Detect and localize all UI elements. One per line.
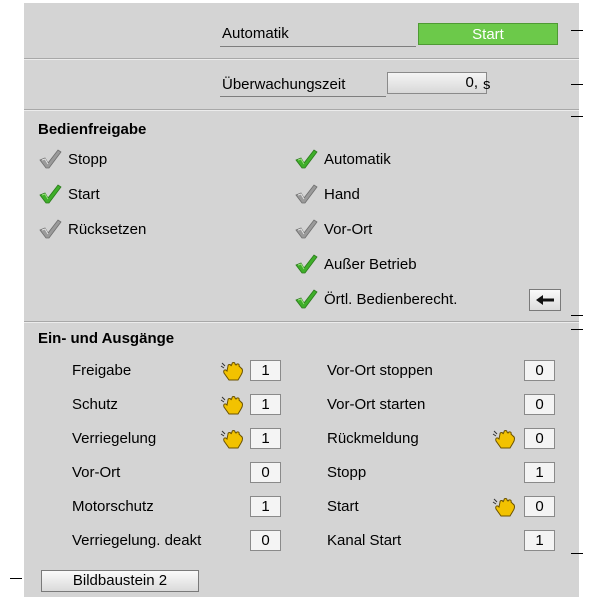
watch-time-underline xyxy=(220,96,386,97)
io-label: Vor-Ort stoppen xyxy=(327,362,433,379)
hand-simulation-icon xyxy=(220,394,246,416)
check-enabled-icon xyxy=(39,184,62,204)
permission-label: Stopp xyxy=(68,150,108,168)
permission-label: Automatik xyxy=(324,150,391,168)
automatik-label: Automatik xyxy=(222,25,289,42)
io-label: Kanal Start xyxy=(327,532,402,549)
permission-left-0: Stopp xyxy=(38,148,107,170)
permission-label: Örtl. Bedienberecht. xyxy=(324,290,458,308)
separator-2 xyxy=(24,109,579,111)
io-value: 0 xyxy=(524,360,555,381)
separator-1 xyxy=(24,58,579,60)
io-label: Stopp xyxy=(327,464,367,481)
io-value: 0 xyxy=(250,530,281,551)
io-label: Verriegelung. deakt xyxy=(72,532,202,549)
io-value: 1 xyxy=(250,428,281,449)
watch-time-label: Überwachungszeit xyxy=(222,76,346,93)
faceplate-panel: Automatik Start Überwachungszeit 0, s Be… xyxy=(24,3,579,597)
right-connector-tick-5 xyxy=(571,329,583,330)
io-title: Ein- und Ausgänge xyxy=(38,330,175,347)
permission-right-4: Örtl. Bedienberecht. xyxy=(294,288,457,310)
permission-right-1: Hand xyxy=(294,183,360,205)
permission-label: Hand xyxy=(324,185,360,203)
right-connector-tick-2 xyxy=(571,84,583,85)
check-enabled-icon xyxy=(295,254,318,274)
io-label: Vor-Ort starten xyxy=(327,396,426,413)
start-button[interactable]: Start xyxy=(418,23,558,45)
io-label: Schutz xyxy=(72,396,118,413)
io-value: 0 xyxy=(524,428,555,449)
io-value: 0 xyxy=(524,394,555,415)
io-value: 1 xyxy=(524,530,555,551)
io-label: Verriegelung xyxy=(72,430,157,447)
io-label: Rückmeldung xyxy=(327,430,419,447)
io-value: 0 xyxy=(524,496,555,517)
check-enabled-icon xyxy=(295,149,318,169)
watch-time-field[interactable]: 0, xyxy=(387,72,487,94)
io-label: Vor-Ort xyxy=(72,464,121,481)
bildbaustein-button[interactable]: Bildbaustein 2 xyxy=(41,570,199,592)
check-enabled-icon xyxy=(295,289,318,309)
separator-3 xyxy=(24,321,579,323)
check-disabled-icon xyxy=(39,219,62,239)
check-disabled-icon xyxy=(295,184,318,204)
io-value: 0 xyxy=(250,462,281,483)
io-value: 1 xyxy=(250,394,281,415)
permission-label: Vor-Ort xyxy=(324,220,373,238)
permission-right-3: Außer Betrieb xyxy=(294,253,417,275)
permissions-title: Bedienfreigabe xyxy=(38,121,147,138)
io-value: 1 xyxy=(250,496,281,517)
io-label: Motorschutz xyxy=(72,498,154,515)
permission-label: Außer Betrieb xyxy=(324,255,417,273)
permission-right-0: Automatik xyxy=(294,148,391,170)
left-connector-tick xyxy=(10,578,22,579)
check-disabled-icon xyxy=(39,149,62,169)
io-value: 1 xyxy=(524,462,555,483)
watch-time-unit: s xyxy=(483,76,491,93)
watch-time-value: 0, xyxy=(465,74,478,91)
io-value: 1 xyxy=(250,360,281,381)
hand-simulation-icon xyxy=(492,496,518,518)
hand-simulation-icon xyxy=(492,428,518,450)
io-label: Start xyxy=(327,498,359,515)
arrow-left-icon xyxy=(536,295,554,305)
permission-label: Rücksetzen xyxy=(68,220,147,238)
permission-right-2: Vor-Ort xyxy=(294,218,372,240)
io-label: Freigabe xyxy=(72,362,132,379)
permission-left-2: Rücksetzen xyxy=(38,218,146,240)
right-connector-tick-4 xyxy=(571,315,583,316)
right-connector-tick-1 xyxy=(571,30,583,31)
local-auth-arrow-button[interactable] xyxy=(529,289,561,311)
right-connector-tick-6 xyxy=(571,553,583,554)
hand-simulation-icon xyxy=(220,428,246,450)
permission-left-1: Start xyxy=(38,183,100,205)
check-disabled-icon xyxy=(295,219,318,239)
automatik-underline xyxy=(220,46,416,47)
permission-label: Start xyxy=(68,185,100,203)
right-connector-tick-3 xyxy=(571,116,583,117)
hand-simulation-icon xyxy=(220,360,246,382)
